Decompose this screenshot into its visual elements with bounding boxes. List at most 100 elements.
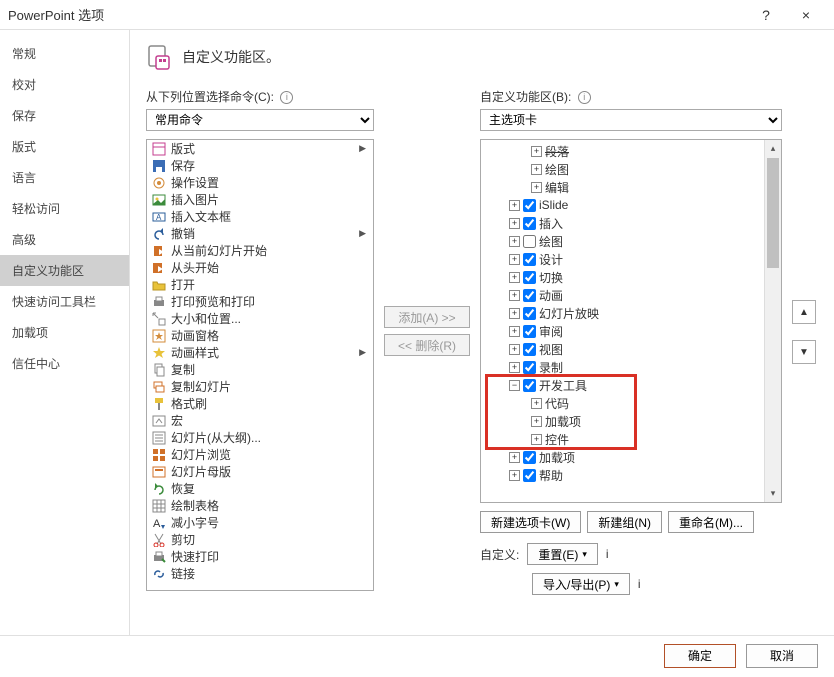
commands-list[interactable]: 版式▶保存操作设置插入图片A插入文本框撤销▶从当前幻灯片开始从头开始打开打印预览… xyxy=(146,139,374,591)
tree-row[interactable]: +插入 xyxy=(481,214,781,232)
command-item[interactable]: A插入文本框 xyxy=(147,208,373,225)
tree-row[interactable]: +加载项 xyxy=(481,448,781,466)
expand-icon[interactable]: + xyxy=(509,326,520,337)
sidebar-item[interactable]: 加载项 xyxy=(0,317,129,348)
expand-icon[interactable]: + xyxy=(509,272,520,283)
help-button[interactable]: ? xyxy=(746,1,786,29)
sidebar-item[interactable]: 快速访问工具栏 xyxy=(0,286,129,317)
tree-checkbox[interactable] xyxy=(523,253,536,266)
command-item[interactable]: 恢复 xyxy=(147,480,373,497)
scroll-up-icon[interactable]: ▴ xyxy=(765,140,781,157)
info-icon[interactable]: i xyxy=(606,547,609,561)
info-icon[interactable]: i xyxy=(578,91,591,104)
tree-row[interactable]: +帮助 xyxy=(481,466,781,484)
sidebar-item[interactable]: 保存 xyxy=(0,100,129,131)
command-item[interactable]: 幻灯片母版 xyxy=(147,463,373,480)
command-item[interactable]: 链接 xyxy=(147,565,373,582)
tree-row[interactable]: +切换 xyxy=(481,268,781,286)
expand-icon[interactable]: + xyxy=(509,290,520,301)
tree-row[interactable]: +iSlide xyxy=(481,196,781,214)
ribbon-tree[interactable]: +段落+绘图+编辑+iSlide+插入+绘图+设计+切换+动画+幻灯片放映+审阅… xyxy=(480,139,782,503)
command-item[interactable]: 格式刷 xyxy=(147,395,373,412)
move-down-button[interactable]: ▼ xyxy=(792,340,816,364)
tree-checkbox[interactable] xyxy=(523,325,536,338)
expand-icon[interactable]: + xyxy=(531,182,542,193)
expand-icon[interactable]: + xyxy=(509,362,520,373)
command-item[interactable]: 动画窗格 xyxy=(147,327,373,344)
command-item[interactable]: A减小字号 xyxy=(147,514,373,531)
command-item[interactable]: 操作设置 xyxy=(147,174,373,191)
tree-row[interactable]: +视图 xyxy=(481,340,781,358)
tree-checkbox[interactable] xyxy=(523,451,536,464)
tree-row[interactable]: +加载项 xyxy=(481,412,781,430)
tree-checkbox[interactable] xyxy=(523,235,536,248)
close-button[interactable]: × xyxy=(786,1,826,29)
commands-from-combo[interactable]: 常用命令 xyxy=(146,109,374,131)
rename-button[interactable]: 重命名(M)... xyxy=(668,511,754,533)
tree-row[interactable]: +绘图 xyxy=(481,160,781,178)
command-item[interactable]: 保存 xyxy=(147,157,373,174)
tree-checkbox[interactable] xyxy=(523,361,536,374)
expand-icon[interactable]: + xyxy=(531,416,542,427)
tree-scrollbar[interactable]: ▴ ▾ xyxy=(764,140,781,502)
expand-icon[interactable]: + xyxy=(509,452,520,463)
expand-icon[interactable]: + xyxy=(509,254,520,265)
collapse-icon[interactable]: − xyxy=(509,380,520,391)
command-item[interactable]: 从头开始 xyxy=(147,259,373,276)
command-item[interactable]: 从当前幻灯片开始 xyxy=(147,242,373,259)
scroll-thumb[interactable] xyxy=(767,158,779,268)
add-button[interactable]: 添加(A) >> xyxy=(384,306,470,328)
command-item[interactable]: 插入图片 xyxy=(147,191,373,208)
sidebar-item[interactable]: 自定义功能区 xyxy=(0,255,129,286)
expand-icon[interactable]: + xyxy=(531,398,542,409)
tree-row[interactable]: −开发工具 xyxy=(481,376,781,394)
cancel-button[interactable]: 取消 xyxy=(746,644,818,668)
info-icon[interactable]: i xyxy=(280,91,293,104)
expand-icon[interactable]: + xyxy=(531,146,542,157)
sidebar-item[interactable]: 常规 xyxy=(0,38,129,69)
remove-button[interactable]: << 删除(R) xyxy=(384,334,470,356)
sidebar-item[interactable]: 高级 xyxy=(0,224,129,255)
sidebar-item[interactable]: 校对 xyxy=(0,69,129,100)
tree-row[interactable]: +录制 xyxy=(481,358,781,376)
tree-row[interactable]: +审阅 xyxy=(481,322,781,340)
command-item[interactable]: 绘制表格 xyxy=(147,497,373,514)
expand-icon[interactable]: + xyxy=(509,308,520,319)
sidebar-item[interactable]: 轻松访问 xyxy=(0,193,129,224)
command-item[interactable]: 打印预览和打印 xyxy=(147,293,373,310)
command-item[interactable]: 大小和位置... xyxy=(147,310,373,327)
command-item[interactable]: 剪切 xyxy=(147,531,373,548)
tree-checkbox[interactable] xyxy=(523,469,536,482)
tree-checkbox[interactable] xyxy=(523,379,536,392)
expand-icon[interactable]: + xyxy=(509,344,520,355)
tree-row[interactable]: +控件 xyxy=(481,430,781,448)
ribbon-combo[interactable]: 主选项卡 xyxy=(480,109,782,131)
command-item[interactable]: 快速打印 xyxy=(147,548,373,565)
command-item[interactable]: 版式▶ xyxy=(147,140,373,157)
command-item[interactable]: 宏 xyxy=(147,412,373,429)
move-up-button[interactable]: ▲ xyxy=(792,300,816,324)
tree-row[interactable]: +段落 xyxy=(481,142,781,160)
tree-checkbox[interactable] xyxy=(523,289,536,302)
tree-row[interactable]: +代码 xyxy=(481,394,781,412)
expand-icon[interactable]: + xyxy=(509,200,520,211)
command-item[interactable]: 复制幻灯片 xyxy=(147,378,373,395)
tree-checkbox[interactable] xyxy=(523,271,536,284)
expand-icon[interactable]: + xyxy=(509,470,520,481)
tree-row[interactable]: +编辑 xyxy=(481,178,781,196)
command-item[interactable]: 幻灯片浏览 xyxy=(147,446,373,463)
command-item[interactable]: 复制 xyxy=(147,361,373,378)
tree-row[interactable]: +动画 xyxy=(481,286,781,304)
sidebar-item[interactable]: 信任中心 xyxy=(0,348,129,379)
new-tab-button[interactable]: 新建选项卡(W) xyxy=(480,511,581,533)
tree-row[interactable]: +绘图 xyxy=(481,232,781,250)
info-icon[interactable]: i xyxy=(638,577,641,591)
expand-icon[interactable]: + xyxy=(531,164,542,175)
scroll-down-icon[interactable]: ▾ xyxy=(765,485,781,502)
tree-checkbox[interactable] xyxy=(523,217,536,230)
command-item[interactable]: 撤销▶ xyxy=(147,225,373,242)
tree-checkbox[interactable] xyxy=(523,307,536,320)
reset-dropdown[interactable]: 重置(E) xyxy=(527,543,598,565)
ok-button[interactable]: 确定 xyxy=(664,644,736,668)
tree-checkbox[interactable] xyxy=(523,343,536,356)
